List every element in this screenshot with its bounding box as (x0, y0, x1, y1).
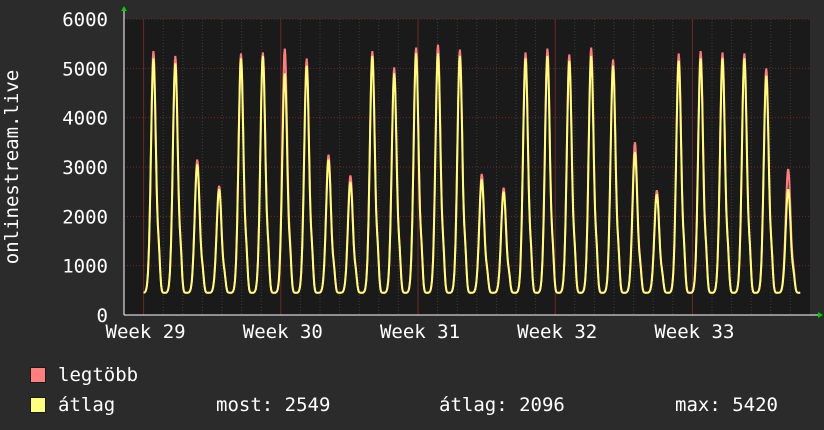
y-tick-label: 3000 (62, 157, 108, 179)
legend-swatch-max (30, 367, 46, 383)
stat-now: most: 2549 (216, 394, 331, 416)
x-tick-label: Week 29 (106, 321, 186, 343)
y-tick-label: 1000 (62, 256, 108, 278)
chart: 0100020003000400050006000Week 29 Week 30 W… (1, 6, 823, 343)
y-axis-label: onlinestream.live (1, 70, 23, 264)
y-tick-label: 4000 (62, 108, 108, 130)
x-tick-label: Week 30 (243, 321, 323, 343)
legend-label-max: legtöbb (58, 364, 139, 386)
legend-row-avg: átlag most: 2549 átlag: 2096 max: 5420 (30, 390, 820, 420)
stat-max: max: 5420 (675, 394, 778, 416)
legend-row-max: legtöbb (30, 360, 820, 390)
stat-average: átlag: 2096 (439, 394, 565, 416)
y-tick-label: 5000 (62, 58, 108, 80)
x-tick-label: Week 33 (654, 321, 734, 343)
y-tick-label: 6000 (62, 9, 108, 31)
x-axis-arrow (818, 312, 823, 318)
x-tick-label: Week 31 (380, 321, 460, 343)
x-tick-label: Week 32 (517, 321, 597, 343)
y-axis-arrow (121, 6, 127, 11)
y-tick-label: 2000 (62, 206, 108, 228)
legend-label-avg: átlag (58, 394, 116, 416)
legend: legtöbb átlag most: 2549 átlag: 2096 max… (30, 360, 820, 420)
legend-swatch-avg (30, 397, 46, 413)
